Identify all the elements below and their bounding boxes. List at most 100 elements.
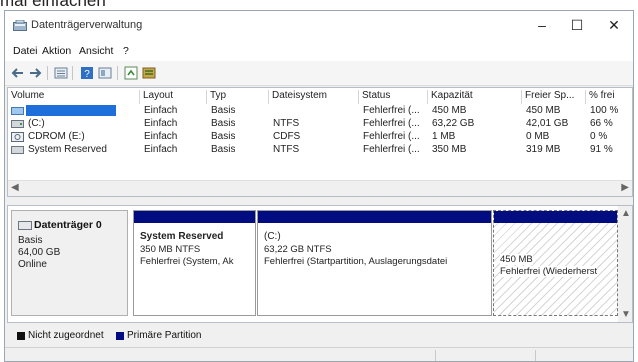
scroll-down-icon[interactable]: ▼ xyxy=(621,309,631,320)
disk-state: Online xyxy=(18,259,47,270)
maximize-button[interactable]: ☐ xyxy=(560,11,594,41)
col-header-typ[interactable]: Typ xyxy=(207,90,269,104)
status-cell: Fehlerfrei (... xyxy=(363,105,420,116)
legend-label-unallocated: Nicht zugeordnet xyxy=(28,330,104,341)
partition-size: 63,22 GB NTFS xyxy=(264,244,332,255)
menu-ansicht[interactable]: Ansicht xyxy=(79,45,113,57)
legend-bar: Nicht zugeordnet Primäre Partition xyxy=(7,324,633,346)
page-top-text: mal einfachen xyxy=(0,0,106,10)
legend-label-primary: Primäre Partition xyxy=(127,330,202,341)
partition-status: Fehlerfrei (System, Ak xyxy=(140,256,234,267)
properties-icon[interactable] xyxy=(98,66,112,80)
partition-name: System Reserved xyxy=(140,231,224,242)
toolbar-separator xyxy=(117,66,118,80)
free-space-cell: 319 MB xyxy=(526,144,561,155)
free-space-cell: 0 MB xyxy=(526,131,550,142)
col-header-layout[interactable]: Layout xyxy=(140,90,207,104)
list-view-icon[interactable] xyxy=(54,66,68,80)
menu-help[interactable]: ? xyxy=(123,45,129,57)
scroll-left-icon[interactable]: ◀ xyxy=(11,182,19,193)
layout-cell: Einfach xyxy=(144,105,178,116)
legend-swatch-unallocated xyxy=(17,332,25,340)
svg-text:?: ? xyxy=(84,69,90,80)
free-space-cell: 450 MB xyxy=(526,105,561,116)
disk-management-icon xyxy=(13,20,27,31)
disk-management-window: Datenträgerverwaltung – ☐ ✕ Datei Aktion… xyxy=(4,10,634,362)
selected-volume-highlight xyxy=(26,105,116,116)
title-bar[interactable]: Datenträgerverwaltung – ☐ ✕ xyxy=(5,11,633,41)
table-row[interactable]: CDROM (E:) Einfach Basis CDFS Fehlerfrei… xyxy=(8,131,632,143)
disk-size: 64,00 GB xyxy=(18,247,61,258)
percent-free-cell: 0 % xyxy=(590,131,608,142)
close-button[interactable]: ✕ xyxy=(597,11,631,41)
col-header-volume[interactable]: Volume xyxy=(8,90,140,104)
partition-color-bar xyxy=(494,211,617,223)
settings-icon[interactable] xyxy=(142,66,156,80)
menu-datei[interactable]: Datei xyxy=(13,45,38,57)
scroll-up-icon[interactable]: ▲ xyxy=(621,208,631,219)
type-cell: Basis xyxy=(211,118,236,129)
filesystem-cell: CDFS xyxy=(273,131,301,142)
help-icon[interactable]: ? xyxy=(80,66,94,80)
free-space-cell: 42,01 GB xyxy=(526,118,569,129)
col-header-freier-speicher[interactable]: Freier Sp... xyxy=(522,90,586,104)
capacity-cell: 450 MB xyxy=(432,105,467,116)
table-row[interactable]: Einfach Basis Fehlerfrei (... 450 MB 450… xyxy=(8,105,632,117)
percent-free-cell: 100 % xyxy=(590,105,619,116)
percent-free-cell: 91 % xyxy=(590,144,613,155)
col-header-status[interactable]: Status xyxy=(359,90,428,104)
col-header-dateisystem[interactable]: Dateisystem xyxy=(269,90,359,104)
type-cell: Basis xyxy=(211,105,236,116)
capacity-cell: 1 MB xyxy=(432,131,456,142)
partition-system-reserved[interactable]: System Reserved 350 MB NTFS Fehlerfrei (… xyxy=(133,210,256,316)
filesystem-cell: NTFS xyxy=(273,144,300,155)
vertical-scrollbar[interactable]: ▲ ▼ xyxy=(618,206,632,322)
capacity-cell: 63,22 GB xyxy=(432,118,475,129)
volume-list: Volume Layout Typ Dateisystem Status Kap… xyxy=(7,87,633,197)
disk-layout-pane: Datenträger 0 Basis 64,00 GB Online Syst… xyxy=(7,205,633,323)
hard-drive-icon xyxy=(11,146,24,154)
partition-c[interactable]: (C:) 63,22 GB NTFS Fehlerfrei (Startpart… xyxy=(257,210,492,316)
refresh-icon[interactable] xyxy=(124,66,138,80)
status-cell: Fehlerfrei (... xyxy=(363,144,420,155)
volume-name: CDROM (E:) xyxy=(28,131,85,142)
percent-free-cell: 66 % xyxy=(590,118,613,129)
type-cell: Basis xyxy=(211,144,236,155)
disk-icon xyxy=(18,221,32,230)
capacity-cell: 350 MB xyxy=(432,144,467,155)
layout-cell: Einfach xyxy=(144,131,178,142)
menu-aktion[interactable]: Aktion xyxy=(42,45,71,57)
status-divider xyxy=(535,350,536,361)
status-cell: Fehlerfrei (... xyxy=(363,131,420,142)
forward-arrow-icon[interactable] xyxy=(28,66,42,80)
partition-status: Fehlerfrei (Wiederherst xyxy=(500,266,598,277)
partition-color-bar xyxy=(258,211,491,223)
disk-info-panel[interactable]: Datenträger 0 Basis 64,00 GB Online xyxy=(11,210,128,316)
partition-size: 450 MB xyxy=(500,254,533,265)
hard-drive-icon xyxy=(11,120,24,128)
toolbar-separator xyxy=(47,66,48,80)
horizontal-scrollbar[interactable]: ◀ ▶ xyxy=(8,180,632,196)
toolbar-separator xyxy=(72,66,73,80)
volume-name: (C:) xyxy=(28,118,45,129)
back-arrow-icon[interactable] xyxy=(11,66,25,80)
table-row[interactable]: System Reserved Einfach Basis NTFS Fehle… xyxy=(8,144,632,156)
volume-drive-icon xyxy=(11,107,24,115)
cdrom-icon xyxy=(11,132,24,142)
col-header-prozent-frei[interactable]: % frei xyxy=(586,90,632,104)
partition-color-bar xyxy=(134,211,255,223)
status-divider xyxy=(435,350,436,361)
minimize-button[interactable]: – xyxy=(525,11,559,41)
partition-recovery[interactable]: 450 MB Fehlerfrei (Wiederherst xyxy=(493,210,618,316)
menu-bar: Datei Aktion Ansicht ? xyxy=(5,41,633,61)
partition-status: Fehlerfrei (Startpartition, Auslagerungs… xyxy=(264,256,448,267)
filesystem-cell: NTFS xyxy=(273,118,300,129)
partition-size: 350 MB NTFS xyxy=(140,244,201,255)
scroll-right-icon[interactable]: ▶ xyxy=(621,182,629,193)
legend-swatch-primary xyxy=(116,332,124,340)
layout-cell: Einfach xyxy=(144,144,178,155)
type-cell: Basis xyxy=(211,131,236,142)
col-header-kapazitaet[interactable]: Kapazität xyxy=(428,90,522,104)
partition-name: (C:) xyxy=(264,231,281,242)
table-row[interactable]: (C:) Einfach Basis NTFS Fehlerfrei (... … xyxy=(8,118,632,130)
